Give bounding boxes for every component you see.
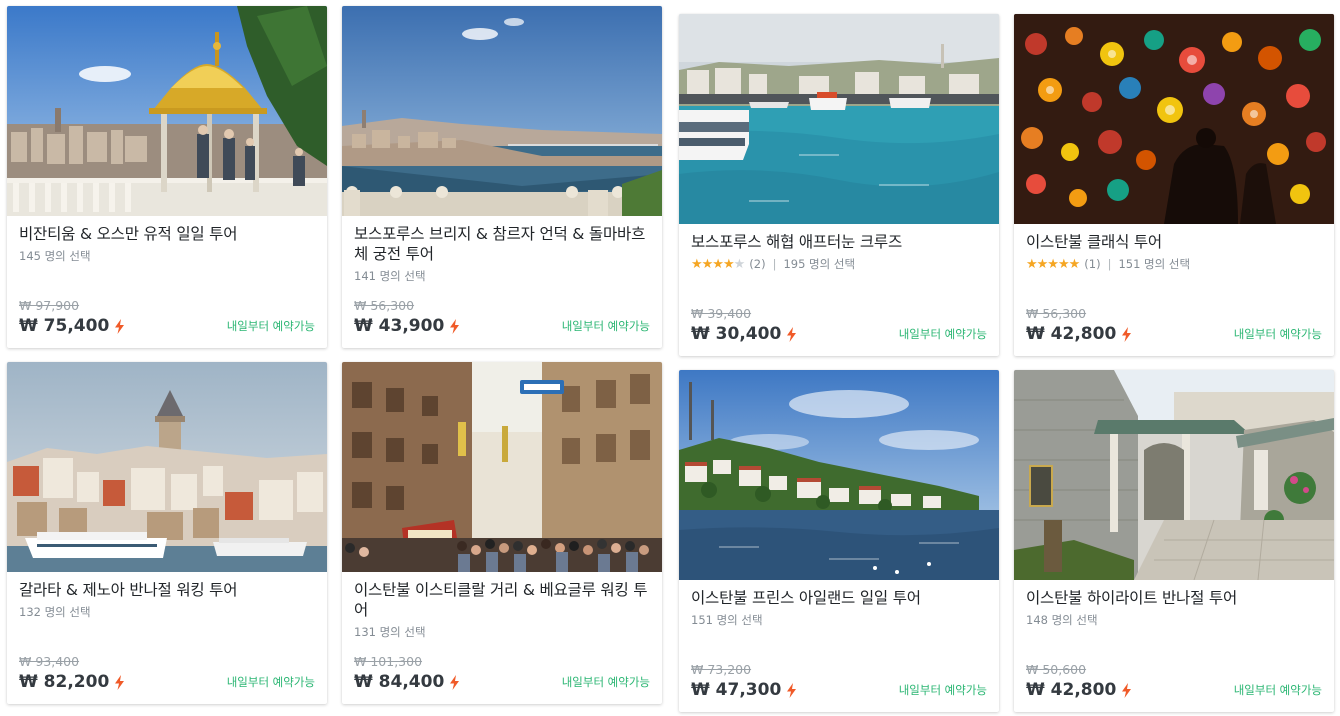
sale-price: ₩ 47,300 [691,680,782,700]
availability-label: 내일부터 예약가능 [898,683,987,697]
product-title[interactable]: 이스탄불 이스티클랄 거리 & 베요글루 워킹 투어 [354,580,650,620]
instant-confirm-icon [787,682,797,698]
product-image[interactable] [342,6,662,216]
original-price: ₩ 93,400 [19,654,80,669]
picks-count: 151 명의 선택 [691,613,763,627]
product-image[interactable] [679,370,999,580]
product-title[interactable]: 갈라타 & 제노아 반나절 워킹 투어 [19,580,315,600]
product-grid: 비잔티움 & 오스만 유적 일일 투어 145 명의 선택 ₩ 97,900 ₩… [0,0,1340,716]
sale-price: ₩ 42,800 [1026,680,1117,700]
product-image[interactable] [1014,370,1334,580]
sale-price: ₩ 43,900 [354,316,445,336]
separator: | [1107,257,1112,271]
product-image[interactable] [7,362,327,572]
picks-count: 132 명의 선택 [19,605,91,619]
product-title[interactable]: 보스포루스 브리지 & 참르자 언덕 & 돌마바흐체 궁전 투어 [354,224,650,264]
sale-price: ₩ 75,400 [19,316,110,336]
instant-confirm-icon [787,326,797,342]
product-title[interactable]: 이스탄불 프린스 아일랜드 일일 투어 [691,588,987,608]
original-price: ₩ 101,300 [354,654,423,669]
picks-count: 148 명의 선택 [1026,613,1098,627]
product-card[interactable]: 보스포루스 브리지 & 참르자 언덕 & 돌마바흐체 궁전 투어 141 명의 … [342,6,662,348]
rating-stars: ★★★★★ [691,256,745,272]
sale-price: ₩ 30,400 [691,324,782,344]
sale-price: ₩ 84,400 [354,672,445,692]
product-title[interactable]: 보스포루스 해협 애프터눈 크루즈 [691,232,987,252]
picks-count: 145 명의 선택 [19,249,91,263]
product-card[interactable]: 이스탄불 프린스 아일랜드 일일 투어 151 명의 선택 ₩ 73,200 ₩… [679,370,999,712]
review-count: (2) [749,257,766,271]
product-title[interactable]: 이스탄불 클래식 투어 [1026,232,1322,252]
original-price: ₩ 39,400 [691,306,752,321]
separator: | [772,257,777,271]
availability-label: 내일부터 예약가능 [226,319,315,333]
product-title[interactable]: 비잔티움 & 오스만 유적 일일 투어 [19,224,315,244]
sale-price: ₩ 82,200 [19,672,110,692]
availability-label: 내일부터 예약가능 [226,675,315,689]
instant-confirm-icon [1122,682,1132,698]
availability-label: 내일부터 예약가능 [561,319,650,333]
product-image[interactable] [7,6,327,216]
instant-confirm-icon [1122,326,1132,342]
sale-price: ₩ 42,800 [1026,324,1117,344]
product-card[interactable]: 갈라타 & 제노아 반나절 워킹 투어 132 명의 선택 ₩ 93,400 ₩… [7,362,327,704]
product-card[interactable]: 이스탄불 클래식 투어 ★★★★★ (1) | 151 명의 선택 ₩ 56,3… [1014,14,1334,356]
product-image[interactable] [679,14,999,224]
original-price: ₩ 97,900 [19,298,80,313]
instant-confirm-icon [115,318,125,334]
picks-count: 141 명의 선택 [354,269,426,283]
availability-label: 내일부터 예약가능 [898,327,987,341]
instant-confirm-icon [450,318,460,334]
instant-confirm-icon [115,674,125,690]
instant-confirm-icon [450,674,460,690]
review-count: (1) [1084,257,1101,271]
original-price: ₩ 56,300 [354,298,415,313]
product-title[interactable]: 이스탄불 하이라이트 반나절 투어 [1026,588,1322,608]
availability-label: 내일부터 예약가능 [561,675,650,689]
picks-count: 131 명의 선택 [354,625,426,639]
availability-label: 내일부터 예약가능 [1233,683,1322,697]
picks-count: 151 명의 선택 [1118,257,1191,271]
rating-stars: ★★★★★ [1026,256,1080,272]
original-price: ₩ 50,600 [1026,662,1087,677]
product-image[interactable] [1014,14,1334,224]
original-price: ₩ 73,200 [691,662,752,677]
product-image[interactable] [342,362,662,572]
original-price: ₩ 56,300 [1026,306,1087,321]
availability-label: 내일부터 예약가능 [1233,327,1322,341]
product-card[interactable]: 이스탄불 이스티클랄 거리 & 베요글루 워킹 투어 131 명의 선택 ₩ 1… [342,362,662,704]
product-card[interactable]: 비잔티움 & 오스만 유적 일일 투어 145 명의 선택 ₩ 97,900 ₩… [7,6,327,348]
product-card[interactable]: 보스포루스 해협 애프터눈 크루즈 ★★★★★ (2) | 195 명의 선택 … [679,14,999,356]
product-card[interactable]: 이스탄불 하이라이트 반나절 투어 148 명의 선택 ₩ 50,600 ₩ 4… [1014,370,1334,712]
picks-count: 195 명의 선택 [783,257,856,271]
